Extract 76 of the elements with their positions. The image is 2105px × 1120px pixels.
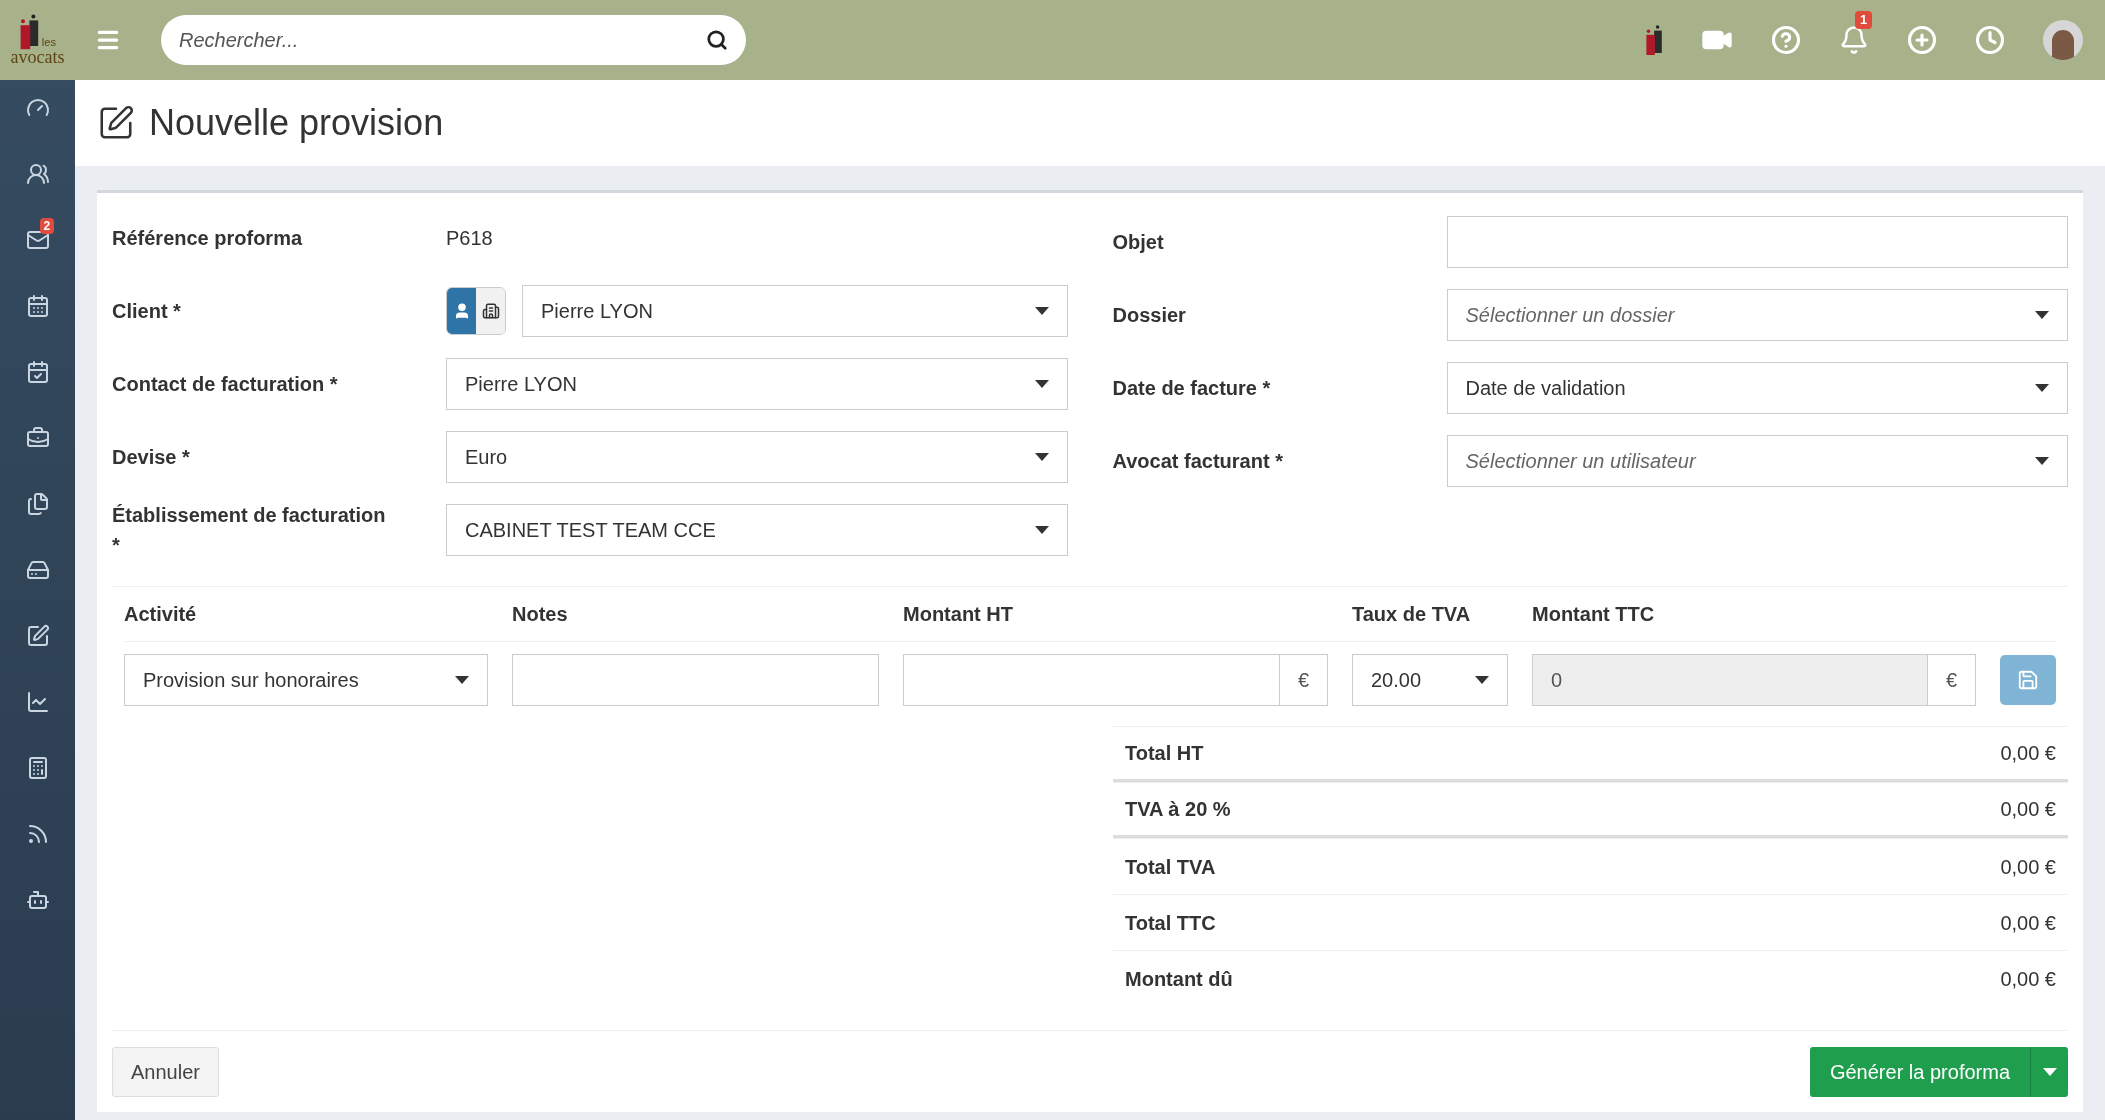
field-label: Devise * bbox=[112, 444, 191, 470]
brand-small-text: les bbox=[41, 36, 56, 48]
field-label: Client * bbox=[112, 298, 182, 324]
avatar[interactable] bbox=[2043, 20, 2083, 60]
field-label: Date de facture * bbox=[1112, 375, 1272, 401]
select-field[interactable]: Date de validation bbox=[1446, 361, 2068, 414]
column-header: Montant HT bbox=[903, 602, 1014, 627]
select-field[interactable]: Provision sur honoraires bbox=[124, 654, 488, 706]
select-field[interactable]: Sélectionner un dossier bbox=[1446, 288, 2068, 341]
search-icon[interactable] bbox=[706, 29, 728, 51]
edit-icon bbox=[97, 104, 135, 142]
caret-icon bbox=[2035, 383, 2049, 392]
select-field[interactable]: CABINET TEST TEAM CCE bbox=[446, 503, 1068, 556]
notification-badge: 1 bbox=[1855, 11, 1873, 29]
caret-icon bbox=[1034, 452, 1049, 461]
calendar-icon[interactable] bbox=[25, 294, 50, 318]
company-toggle[interactable] bbox=[476, 287, 505, 334]
figures-icon[interactable] bbox=[1644, 24, 1663, 56]
select-field[interactable]: Sélectionner un utilisateur bbox=[1446, 434, 2068, 487]
users-icon[interactable] bbox=[25, 162, 50, 186]
total-value: 0,00 € bbox=[2000, 910, 2056, 936]
brand-name: avocats bbox=[10, 47, 65, 66]
field-label: Objet bbox=[1112, 229, 1165, 255]
currency-addon: € bbox=[1280, 654, 1328, 706]
amount-field[interactable] bbox=[903, 654, 1280, 706]
column-header: Montant TTC bbox=[1532, 602, 1656, 627]
caret-icon bbox=[1475, 676, 1489, 684]
caret-icon bbox=[2035, 310, 2049, 319]
mail-icon[interactable] bbox=[25, 228, 50, 252]
text-field[interactable] bbox=[1446, 215, 2068, 268]
select-field[interactable]: Pierre LYON bbox=[522, 284, 1068, 337]
files-icon[interactable] bbox=[25, 492, 50, 516]
select-field[interactable]: Euro bbox=[446, 430, 1068, 483]
field-label: Avocat facturant * bbox=[1112, 448, 1284, 474]
caret-icon bbox=[1034, 379, 1049, 388]
mail-badge: 2 bbox=[39, 218, 55, 234]
total-label: Total TVA bbox=[1125, 854, 1216, 880]
caret-icon bbox=[455, 676, 469, 684]
field-label: Contact de facturation * bbox=[112, 371, 339, 397]
page-title: Nouvelle provision bbox=[149, 101, 444, 145]
chart-icon[interactable] bbox=[25, 690, 50, 714]
figures-logo[interactable] bbox=[19, 14, 40, 50]
total-value: 0,00 € bbox=[2000, 797, 2056, 822]
calendar-check-icon[interactable] bbox=[25, 360, 50, 384]
bell-icon[interactable] bbox=[1839, 25, 1869, 55]
notes-field[interactable] bbox=[512, 654, 879, 706]
search-field[interactable]: Rechercher... bbox=[161, 15, 746, 65]
total-label: TVA à 20 % bbox=[1125, 797, 1231, 822]
column-header: Notes bbox=[512, 602, 569, 627]
total-value: 0,00 € bbox=[2000, 966, 2056, 992]
total-label: Montant dû bbox=[1125, 966, 1233, 992]
total-label: Total HT bbox=[1125, 741, 1204, 766]
edit-icon[interactable] bbox=[25, 624, 50, 648]
building-icon bbox=[481, 301, 500, 320]
caret-icon bbox=[1034, 306, 1049, 315]
caret-icon bbox=[2035, 456, 2049, 465]
select-field[interactable]: Pierre LYON bbox=[446, 357, 1068, 410]
caret-icon bbox=[2042, 1067, 2057, 1076]
dropdown-toggle[interactable] bbox=[2030, 1046, 2068, 1097]
field-value: P618 bbox=[446, 225, 494, 251]
currency-addon: € bbox=[1928, 654, 1976, 706]
cancel-button[interactable]: Annuler bbox=[112, 1046, 219, 1097]
field-label: Dossier bbox=[1112, 302, 1187, 328]
total-value: 0,00 € bbox=[2000, 741, 2056, 766]
field-label: Référence proforma bbox=[112, 225, 304, 251]
person-toggle[interactable] bbox=[447, 287, 476, 334]
briefcase-icon[interactable] bbox=[25, 426, 50, 450]
column-header: Taux de TVA bbox=[1352, 602, 1472, 627]
robot-icon[interactable] bbox=[25, 888, 50, 912]
total-label: Total TTC bbox=[1125, 910, 1216, 936]
field-label: Établissement de facturation * bbox=[112, 502, 387, 558]
select-field[interactable]: 20.00 bbox=[1352, 654, 1508, 706]
tray-icon[interactable] bbox=[25, 558, 50, 582]
caret-icon bbox=[1034, 525, 1049, 534]
column-header: Activité bbox=[124, 602, 198, 627]
total-value: 0,00 € bbox=[2000, 854, 2056, 880]
